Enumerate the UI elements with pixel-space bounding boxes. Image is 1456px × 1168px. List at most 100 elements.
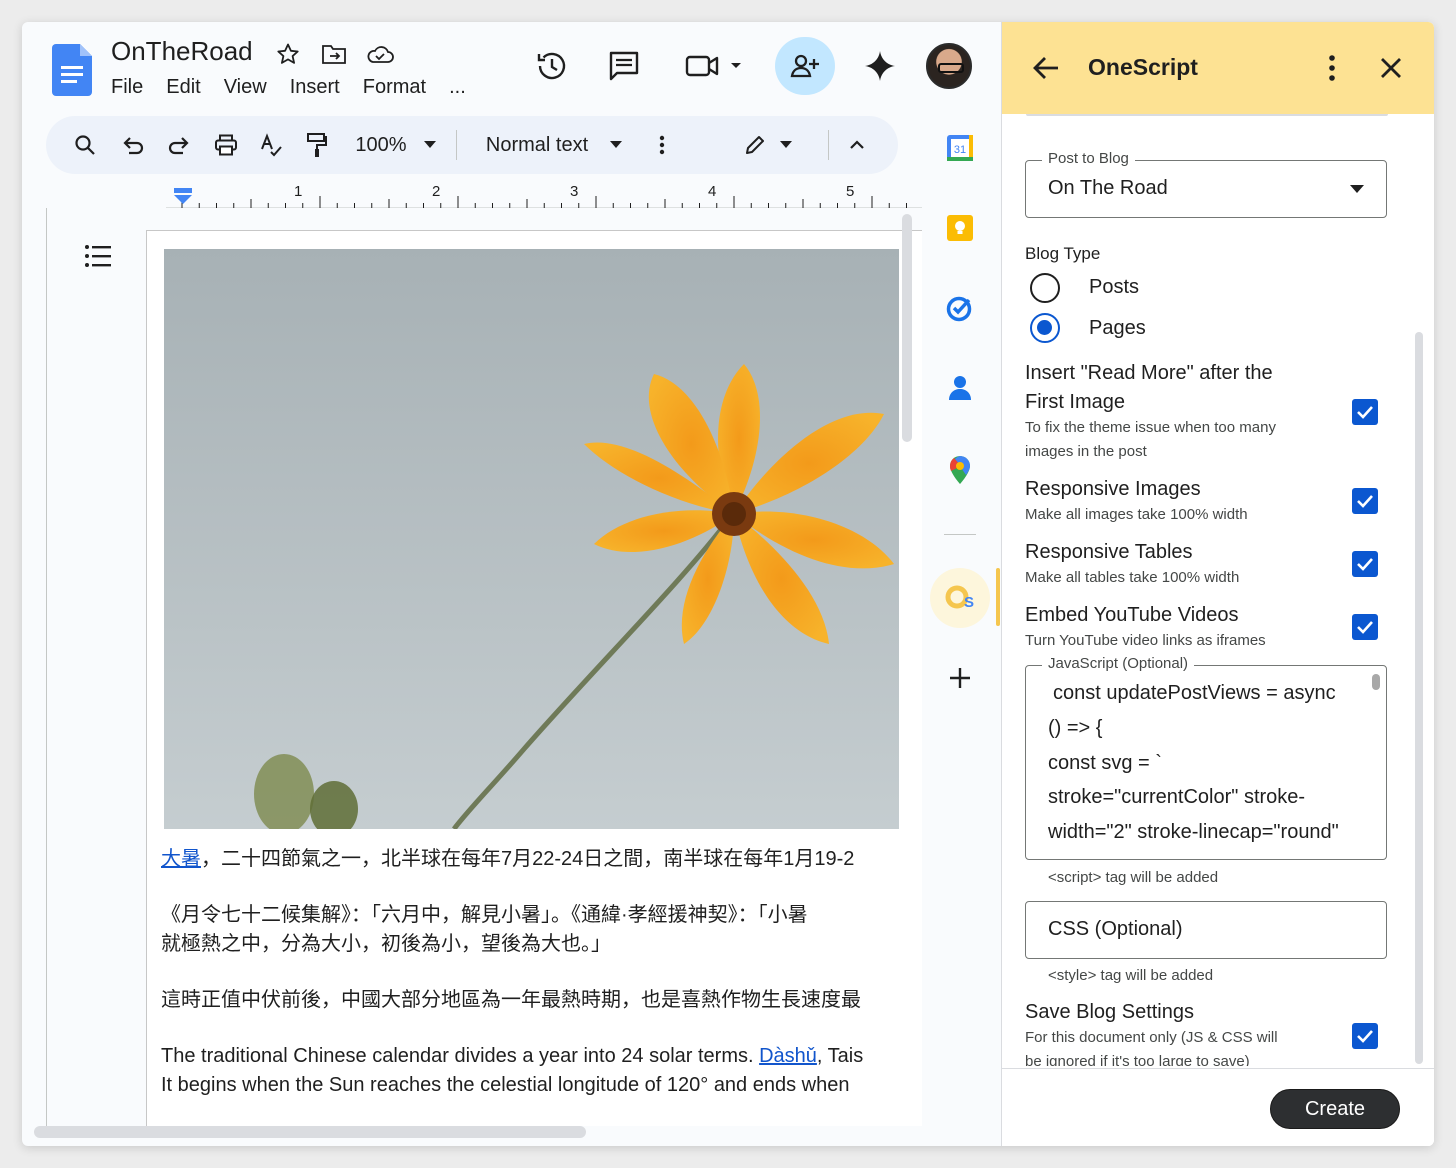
maps-icon[interactable] (942, 452, 978, 488)
more-options-icon[interactable] (652, 126, 672, 164)
textarea-scrollbar[interactable] (1372, 674, 1380, 690)
back-arrow-icon[interactable] (1032, 55, 1060, 81)
paragraph-1-text: ，二十四節氣之一，北半球在每年7月22-24日之間，南半球在每年1月19-2 (201, 848, 855, 870)
zoom-value[interactable]: 100% (350, 126, 412, 164)
checkmark-icon (1357, 406, 1373, 419)
embed-youtube-title: Embed YouTube Videos (1025, 604, 1239, 626)
toolbar: 100% Normal text (46, 116, 898, 174)
radio-posts-label[interactable]: Posts (1089, 276, 1139, 299)
style-dropdown-icon[interactable] (606, 126, 626, 164)
ruler-number: 4 (708, 183, 717, 200)
menu-format[interactable]: Format (363, 76, 426, 99)
checkmark-icon (1357, 495, 1373, 508)
document-horizontal-scrollbar[interactable] (34, 1126, 586, 1138)
menu-insert[interactable]: Insert (290, 76, 340, 99)
css-input[interactable]: CSS (Optional) (1025, 901, 1387, 959)
flower-photo[interactable] (164, 249, 899, 829)
panel-more-icon[interactable] (1328, 54, 1336, 82)
active-addon-indicator (996, 568, 1000, 626)
radio-pages-label[interactable]: Pages (1089, 317, 1146, 340)
panel-body[interactable]: Post to Blog On The Road Blog Type Posts… (1002, 114, 1434, 1066)
js-code-line: width="2" stroke-linecap="round" (1048, 821, 1339, 843)
menu-file[interactable]: File (111, 76, 143, 99)
panel-body-top-edge (1026, 114, 1388, 116)
onescript-addon-icon[interactable]: S (930, 568, 990, 628)
save-settings-checkbox[interactable] (1352, 1023, 1378, 1049)
share-button[interactable] (775, 37, 835, 95)
paragraph-2-line-2[interactable]: 就極熱之中，分為大小，初後為小，望後為大也。」 (161, 930, 921, 959)
star-icon[interactable] (274, 40, 302, 68)
checkmark-icon (1357, 558, 1373, 571)
document-vertical-scrollbar[interactable] (902, 214, 912, 442)
blog-type-label: Blog Type (1025, 244, 1101, 263)
post-to-blog-label: Post to Blog (1042, 150, 1135, 167)
responsive-images-checkbox[interactable] (1352, 488, 1378, 514)
redo-icon[interactable] (164, 126, 194, 164)
paragraph-4-line-2[interactable]: It begins when the Sun reaches the celes… (161, 1071, 921, 1100)
svg-text:S: S (964, 594, 974, 611)
post-to-blog-select[interactable]: Post to Blog On The Road (1025, 150, 1387, 218)
panel-scrollbar[interactable] (1415, 332, 1423, 1064)
embed-youtube-checkbox[interactable] (1352, 614, 1378, 640)
onescript-panel: OneScript Post to Blog On The Road Blog … (1001, 22, 1434, 1146)
document-page[interactable]: 大暑，二十四節氣之一，北半球在每年7月22-24日之間，南半球在每年1月19-2… (146, 230, 922, 1126)
save-settings-title: Save Blog Settings (1025, 1001, 1194, 1023)
dashu-en-link[interactable]: Dàshǔ (759, 1045, 817, 1067)
spellcheck-icon[interactable] (256, 126, 286, 164)
read-more-desc-line-2: images in the post (1025, 443, 1147, 460)
ruler-number: 2 (432, 183, 441, 200)
menu-edit[interactable]: Edit (166, 76, 200, 99)
cloud-saved-icon[interactable] (366, 40, 394, 68)
save-settings-desc-line-2: be ignored if it's too large to save) (1025, 1053, 1250, 1066)
dashu-link[interactable]: 大暑 (161, 848, 201, 870)
menu-more[interactable]: ... (449, 76, 466, 99)
edit-mode-icon[interactable] (740, 126, 770, 164)
comments-icon[interactable] (602, 44, 646, 88)
radio-pages[interactable] (1030, 313, 1060, 343)
edit-mode-dropdown-icon[interactable] (776, 126, 796, 164)
title-actions (274, 40, 394, 68)
panel-header: OneScript (1002, 22, 1434, 114)
document-outline-icon[interactable] (83, 242, 113, 270)
ruler[interactable]: 1 2 3 4 5 (46, 183, 922, 210)
version-history-icon[interactable] (530, 44, 574, 88)
meet-icon[interactable] (682, 44, 748, 88)
close-icon[interactable] (1380, 57, 1402, 79)
tasks-icon[interactable] (942, 290, 978, 326)
calendar-icon[interactable]: 31 (942, 130, 978, 166)
print-icon[interactable] (210, 126, 242, 164)
ruler-number: 5 (846, 183, 855, 200)
move-to-folder-icon[interactable] (320, 40, 348, 68)
get-addons-plus-icon[interactable] (942, 660, 978, 696)
paint-format-icon[interactable] (302, 126, 332, 164)
keep-icon[interactable] (942, 210, 978, 246)
search-icon[interactable] (70, 126, 100, 164)
collapse-menus-icon[interactable] (844, 126, 870, 164)
paragraph-4-line-1[interactable]: The traditional Chinese calendar divides… (161, 1042, 921, 1071)
javascript-textarea[interactable]: JavaScript (Optional) const updatePostVi… (1025, 655, 1387, 860)
radio-posts[interactable] (1030, 273, 1060, 303)
menu-view[interactable]: View (224, 76, 267, 99)
indent-marker-icon[interactable] (174, 188, 192, 204)
create-button[interactable]: Create (1270, 1089, 1400, 1129)
undo-icon[interactable] (118, 126, 148, 164)
paragraph-3[interactable]: 這時正值中伏前後，中國大部分地區為一年最熱時期，也是喜熱作物生長速度最 (161, 986, 921, 1015)
paragraph-style-select[interactable]: Normal text (476, 126, 598, 164)
ruler-number: 1 (294, 183, 303, 200)
gemini-icon[interactable] (858, 44, 902, 88)
zoom-dropdown-icon[interactable] (420, 126, 440, 164)
avatar[interactable] (926, 43, 972, 89)
responsive-tables-checkbox[interactable] (1352, 551, 1378, 577)
javascript-label: JavaScript (Optional) (1042, 655, 1195, 672)
document-canvas[interactable]: 大暑，二十四節氣之一，北半球在每年7月22-24日之間，南半球在每年1月19-2… (46, 208, 922, 1126)
contacts-icon[interactable] (942, 370, 978, 406)
document-title[interactable]: OnTheRoad (111, 36, 253, 67)
svg-text:31: 31 (954, 144, 966, 156)
responsive-images-desc: Make all images take 100% width (1025, 506, 1248, 523)
docs-logo-icon[interactable] (52, 44, 92, 96)
paragraph-1[interactable]: 大暑，二十四節氣之一，北半球在每年7月22-24日之間，南半球在每年1月19-2 (161, 845, 921, 874)
paragraph-2-line-1[interactable]: 《月令七十二候集解》：「六月中，解見小暑」。《通緯·孝經援神契》：「小暑 (161, 901, 921, 930)
ruler-scale (166, 196, 922, 209)
read-more-checkbox[interactable] (1352, 399, 1378, 425)
style-tag-hint: <style> tag will be added (1048, 967, 1214, 984)
